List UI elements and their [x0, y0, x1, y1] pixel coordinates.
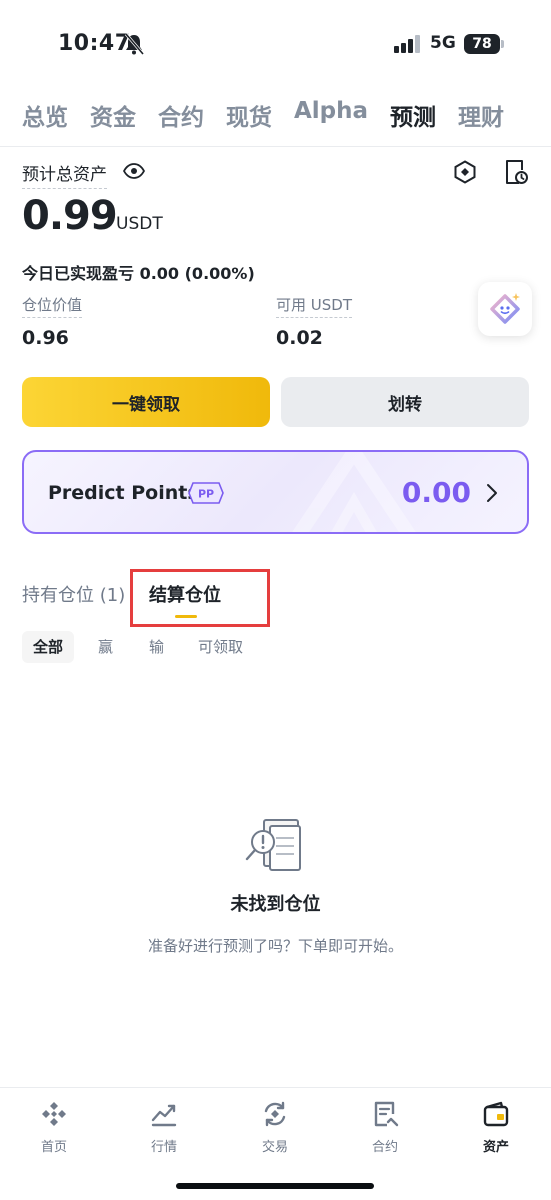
- trade-icon: [264, 1101, 286, 1127]
- nav-futures[interactable]: 合约: [345, 1100, 425, 1155]
- status-time: 10:47: [58, 31, 131, 56]
- ai-assistant-icon: [490, 293, 520, 324]
- total-asset-value: 0.99: [22, 193, 118, 239]
- top-tabs: 总览 资金 合约 现货 Alpha 预测 理财: [22, 98, 526, 134]
- total-asset-label[interactable]: 预计总资产: [22, 160, 107, 189]
- filter-all[interactable]: 全部: [22, 631, 75, 663]
- empty-state-description: 准备好进行预测了吗？下单即可开始。: [147, 937, 403, 955]
- history-icon[interactable]: [504, 159, 528, 185]
- battery-indicator: 78: [464, 34, 500, 54]
- highlight-annotation: [130, 569, 270, 627]
- available-usdt-label[interactable]: 可用 USDT: [276, 294, 352, 318]
- bell-muted-icon: [124, 33, 144, 55]
- tab-alpha[interactable]: Alpha: [294, 98, 368, 134]
- today-pnl: 今日已实现盈亏 0.00 (0.00%): [22, 264, 255, 283]
- eye-icon[interactable]: [123, 163, 145, 179]
- position-value-label[interactable]: 仓位价值: [22, 294, 83, 318]
- battery-tip: [501, 40, 504, 48]
- wallet-icon: [483, 1101, 509, 1127]
- tabs-divider: [0, 146, 551, 147]
- pp-badge-icon: PP: [188, 482, 224, 504]
- nav-home-label: 首页: [40, 1140, 67, 1155]
- nav-markets-label: 行情: [150, 1140, 177, 1155]
- nav-home[interactable]: 首页: [14, 1100, 94, 1155]
- home-indicator[interactable]: [176, 1183, 374, 1189]
- pp-badge-text: PP: [198, 488, 214, 501]
- markets-icon: [151, 1104, 177, 1127]
- total-asset-unit: USDT: [116, 214, 163, 234]
- available-usdt-value: 0.02: [276, 327, 323, 349]
- empty-state-title: 未找到仓位: [230, 894, 321, 915]
- tab-funding[interactable]: 资金: [90, 98, 136, 134]
- nav-assets-label: 资产: [482, 1140, 509, 1155]
- nav-trade-label: 交易: [261, 1140, 288, 1155]
- tab-spot[interactable]: 现货: [226, 98, 272, 134]
- predict-points-value: 0.00: [401, 476, 471, 509]
- tab-overview[interactable]: 总览: [22, 98, 68, 134]
- predict-points-card[interactable]: Predict Points PP 0.00: [22, 450, 529, 534]
- no-positions-icon: [245, 819, 301, 871]
- predict-points-title: Predict Points: [48, 482, 199, 504]
- ai-assistant-button[interactable]: [478, 282, 532, 336]
- transfer-button[interactable]: 划转: [281, 377, 529, 427]
- tab-prediction[interactable]: 预测: [390, 98, 436, 134]
- network-label: 5G: [430, 33, 456, 53]
- filter-win[interactable]: 赢: [87, 631, 124, 663]
- nav-trade[interactable]: 交易: [235, 1100, 315, 1155]
- tab-holding-positions[interactable]: 持有仓位 (1): [22, 581, 125, 607]
- futures-icon: [374, 1101, 399, 1127]
- claim-all-button[interactable]: 一键领取: [22, 377, 270, 427]
- home-icon: [42, 1102, 66, 1126]
- hexagon-icon[interactable]: [453, 160, 477, 184]
- tab-earn[interactable]: 理财: [458, 98, 504, 134]
- filter-claimable[interactable]: 可领取: [187, 631, 254, 663]
- position-value: 0.96: [22, 327, 69, 349]
- signal-icon: [394, 35, 420, 53]
- nav-assets[interactable]: 资产: [456, 1100, 536, 1155]
- nav-markets[interactable]: 行情: [124, 1100, 204, 1155]
- chevron-right-icon: [487, 484, 497, 502]
- nav-futures-label: 合约: [371, 1140, 398, 1155]
- tab-futures[interactable]: 合约: [158, 98, 204, 134]
- filter-lose[interactable]: 输: [138, 631, 175, 663]
- status-bar: 10:47 5G 78: [0, 0, 551, 80]
